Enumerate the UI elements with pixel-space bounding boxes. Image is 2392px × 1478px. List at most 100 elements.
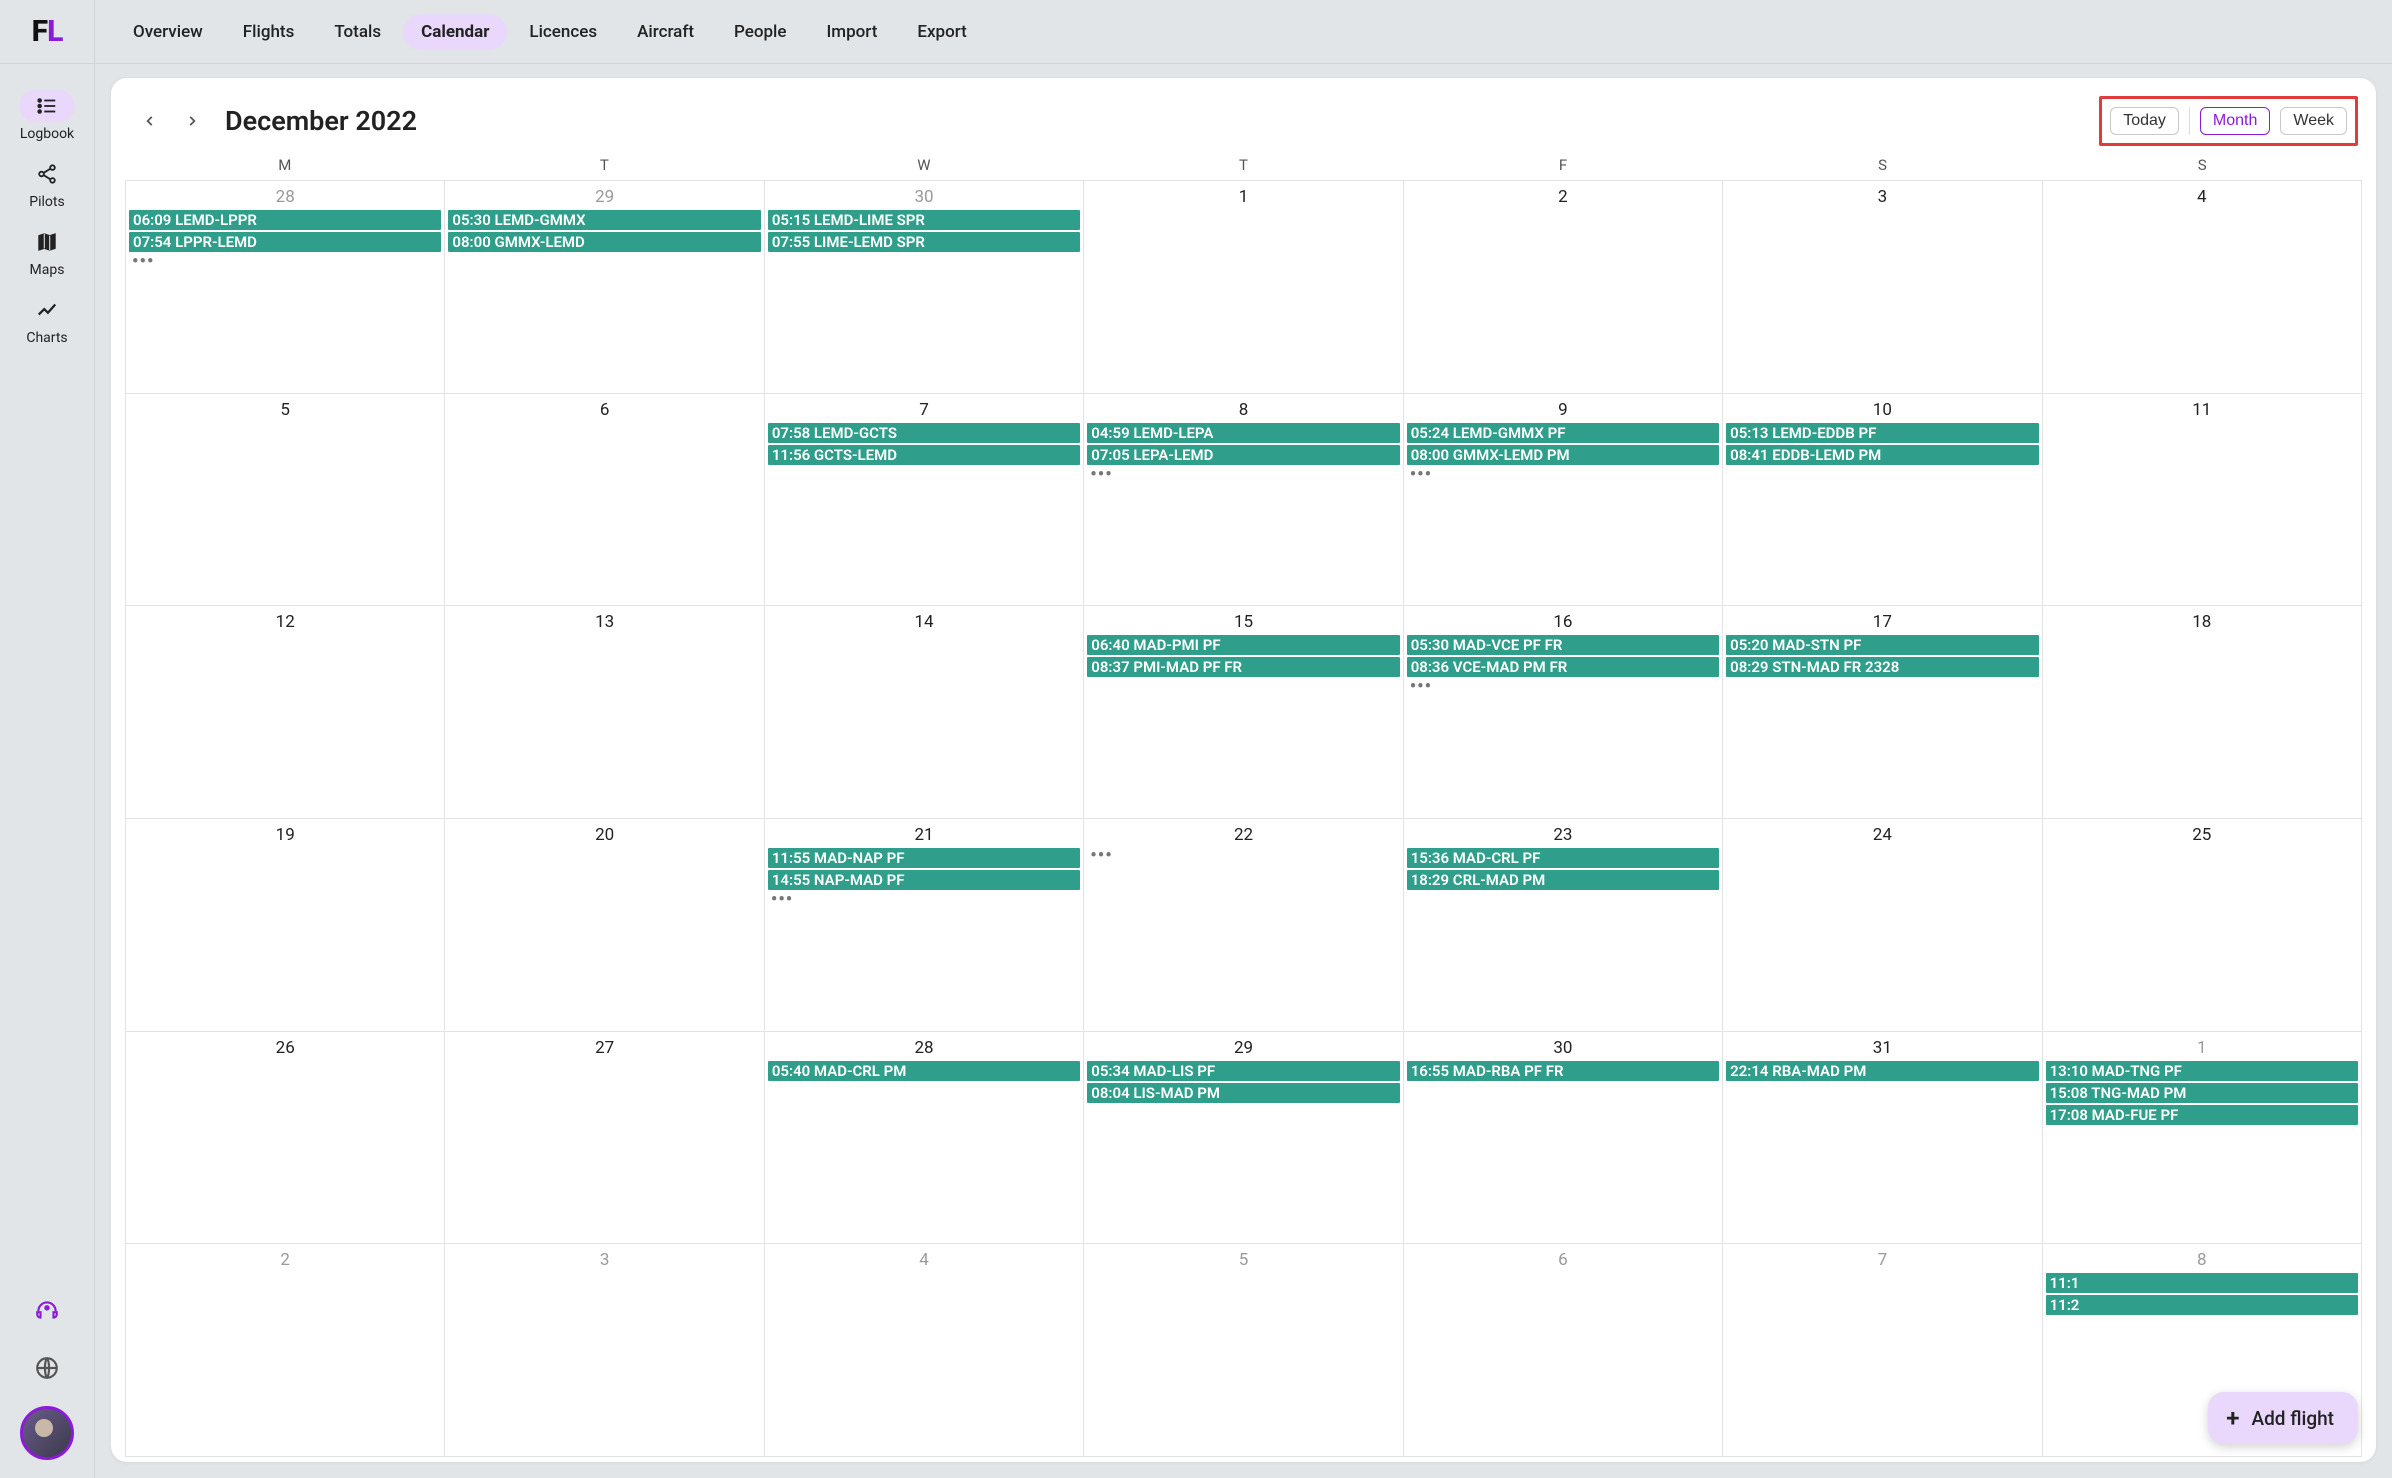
logo[interactable]: FL: [0, 0, 95, 63]
support-icon[interactable]: [27, 1290, 67, 1330]
calendar-event[interactable]: 07:58 LEMD-GCTS: [767, 422, 1081, 444]
next-month-button[interactable]: [181, 110, 203, 132]
calendar-cell[interactable]: 113:10 MAD-TNG PF15:08 TNG-MAD PM17:08 M…: [2043, 1032, 2362, 1245]
sidebar-item-logbook[interactable]: Logbook: [19, 82, 75, 150]
calendar-cell[interactable]: 18: [2043, 606, 2362, 819]
calendar-event[interactable]: 07:55 LIME-LEMD SPR: [767, 231, 1081, 253]
calendar-event[interactable]: 08:00 GMMX-LEMD PM: [1406, 444, 1720, 466]
calendar-cell[interactable]: 6: [445, 394, 764, 607]
calendar-cell[interactable]: 27: [445, 1032, 764, 1245]
calendar-event[interactable]: 05:24 LEMD-GMMX PF: [1406, 422, 1720, 444]
calendar-cell[interactable]: 20: [445, 819, 764, 1032]
calendar-event[interactable]: 17:08 MAD-FUE PF: [2045, 1104, 2359, 1126]
calendar-event[interactable]: 06:40 MAD-PMI PF: [1086, 634, 1400, 656]
sidebar-item-maps[interactable]: Maps: [19, 218, 75, 286]
calendar-event[interactable]: 05:34 MAD-LIS PF: [1086, 1060, 1400, 1082]
calendar-event[interactable]: 08:04 LIS-MAD PM: [1086, 1082, 1400, 1104]
calendar-cell[interactable]: 11: [2043, 394, 2362, 607]
calendar-event[interactable]: 07:54 LPPR-LEMD: [128, 231, 442, 253]
calendar-cell[interactable]: 3: [445, 1244, 764, 1457]
calendar-event[interactable]: 05:40 MAD-CRL PM: [767, 1060, 1081, 1082]
calendar-cell[interactable]: 22•••: [1084, 819, 1403, 1032]
calendar-event[interactable]: 05:15 LEMD-LIME SPR: [767, 209, 1081, 231]
prev-month-button[interactable]: [139, 110, 161, 132]
calendar-cell[interactable]: 804:59 LEMD-LEPA07:05 LEPA-LEMD•••: [1084, 394, 1403, 607]
nav-item-aircraft[interactable]: Aircraft: [619, 14, 712, 50]
calendar-cell[interactable]: 2905:30 LEMD-GMMX08:00 GMMX-LEMD: [445, 181, 764, 394]
calendar-event[interactable]: 18:29 CRL-MAD PM: [1406, 869, 1720, 891]
calendar-event[interactable]: 05:20 MAD-STN PF: [1725, 634, 2039, 656]
nav-item-calendar[interactable]: Calendar: [403, 14, 507, 50]
month-view-button[interactable]: Month: [2200, 107, 2270, 135]
add-flight-button[interactable]: + Add flight: [2208, 1392, 2358, 1444]
nav-item-export[interactable]: Export: [899, 14, 984, 50]
calendar-event[interactable]: 11:56 GCTS-LEMD: [767, 444, 1081, 466]
calendar-event[interactable]: 08:37 PMI-MAD PF FR: [1086, 656, 1400, 678]
calendar-event[interactable]: 11:1: [2045, 1272, 2359, 1294]
calendar-cell[interactable]: 6: [1404, 1244, 1723, 1457]
sidebar-item-pilots[interactable]: Pilots: [19, 150, 75, 218]
globe-icon[interactable]: [27, 1348, 67, 1388]
calendar-cell[interactable]: 4: [765, 1244, 1084, 1457]
calendar-event[interactable]: 15:36 MAD-CRL PF: [1406, 847, 1720, 869]
calendar-cell[interactable]: 5: [1084, 1244, 1403, 1457]
calendar-cell[interactable]: 1005:13 LEMD-EDDB PF08:41 EDDB-LEMD PM: [1723, 394, 2042, 607]
calendar-event[interactable]: 04:59 LEMD-LEPA: [1086, 422, 1400, 444]
calendar-cell[interactable]: 707:58 LEMD-GCTS11:56 GCTS-LEMD: [765, 394, 1084, 607]
nav-item-import[interactable]: Import: [808, 14, 895, 50]
calendar-cell[interactable]: 14: [765, 606, 1084, 819]
calendar-cell[interactable]: 2315:36 MAD-CRL PF18:29 CRL-MAD PM: [1404, 819, 1723, 1032]
today-button[interactable]: Today: [2110, 107, 2179, 135]
calendar-cell[interactable]: 3005:15 LEMD-LIME SPR07:55 LIME-LEMD SPR: [765, 181, 1084, 394]
calendar-cell[interactable]: 1506:40 MAD-PMI PF08:37 PMI-MAD PF FR: [1084, 606, 1403, 819]
calendar-event[interactable]: 11:55 MAD-NAP PF: [767, 847, 1081, 869]
calendar-cell[interactable]: 2: [1404, 181, 1723, 394]
calendar-cell[interactable]: 24: [1723, 819, 2042, 1032]
calendar-event[interactable]: 11:2: [2045, 1294, 2359, 1316]
week-view-button[interactable]: Week: [2280, 107, 2347, 135]
calendar-event[interactable]: 08:41 EDDB-LEMD PM: [1725, 444, 2039, 466]
calendar-event[interactable]: 06:09 LEMD-LPPR: [128, 209, 442, 231]
calendar-event[interactable]: 08:00 GMMX-LEMD: [447, 231, 761, 253]
calendar-event[interactable]: 22:14 RBA-MAD PM: [1725, 1060, 2039, 1082]
calendar-cell[interactable]: 13: [445, 606, 764, 819]
calendar-cell[interactable]: 19: [126, 819, 445, 1032]
calendar-cell[interactable]: 905:24 LEMD-GMMX PF08:00 GMMX-LEMD PM•••: [1404, 394, 1723, 607]
calendar-cell[interactable]: 2805:40 MAD-CRL PM: [765, 1032, 1084, 1245]
calendar-cell[interactable]: 2: [126, 1244, 445, 1457]
avatar[interactable]: [20, 1406, 74, 1460]
calendar-event[interactable]: 05:30 MAD-VCE PF FR: [1406, 634, 1720, 656]
calendar-event[interactable]: 07:05 LEPA-LEMD: [1086, 444, 1400, 466]
nav-item-people[interactable]: People: [716, 14, 805, 50]
calendar-event[interactable]: 05:30 LEMD-GMMX: [447, 209, 761, 231]
calendar-cell[interactable]: 7: [1723, 1244, 2042, 1457]
calendar-cell[interactable]: 2905:34 MAD-LIS PF08:04 LIS-MAD PM: [1084, 1032, 1403, 1245]
more-events-button[interactable]: •••: [1406, 466, 1720, 484]
nav-item-licences[interactable]: Licences: [511, 14, 615, 50]
calendar-cell[interactable]: 12: [126, 606, 445, 819]
calendar-event[interactable]: 08:29 STN-MAD FR 2328: [1725, 656, 2039, 678]
calendar-event[interactable]: 14:55 NAP-MAD PF: [767, 869, 1081, 891]
calendar-cell[interactable]: 25: [2043, 819, 2362, 1032]
nav-item-flights[interactable]: Flights: [225, 14, 313, 50]
nav-item-overview[interactable]: Overview: [115, 14, 221, 50]
calendar-cell[interactable]: 1605:30 MAD-VCE PF FR08:36 VCE-MAD PM FR…: [1404, 606, 1723, 819]
calendar-cell[interactable]: 1: [1084, 181, 1403, 394]
more-events-button[interactable]: •••: [128, 253, 442, 271]
calendar-cell[interactable]: 3: [1723, 181, 2042, 394]
more-events-button[interactable]: •••: [1406, 678, 1720, 696]
calendar-cell[interactable]: 26: [126, 1032, 445, 1245]
calendar-cell[interactable]: 3122:14 RBA-MAD PM: [1723, 1032, 2042, 1245]
calendar-cell[interactable]: 2111:55 MAD-NAP PF14:55 NAP-MAD PF•••: [765, 819, 1084, 1032]
calendar-event[interactable]: 16:55 MAD-RBA PF FR: [1406, 1060, 1720, 1082]
calendar-cell[interactable]: 3016:55 MAD-RBA PF FR: [1404, 1032, 1723, 1245]
calendar-event[interactable]: 05:13 LEMD-EDDB PF: [1725, 422, 2039, 444]
calendar-cell[interactable]: 5: [126, 394, 445, 607]
calendar-event[interactable]: 15:08 TNG-MAD PM: [2045, 1082, 2359, 1104]
calendar-event[interactable]: 13:10 MAD-TNG PF: [2045, 1060, 2359, 1082]
calendar-event[interactable]: 08:36 VCE-MAD PM FR: [1406, 656, 1720, 678]
calendar-cell[interactable]: 2806:09 LEMD-LPPR07:54 LPPR-LEMD•••: [126, 181, 445, 394]
nav-item-totals[interactable]: Totals: [316, 14, 399, 50]
more-events-button[interactable]: •••: [767, 891, 1081, 909]
calendar-cell[interactable]: 4: [2043, 181, 2362, 394]
